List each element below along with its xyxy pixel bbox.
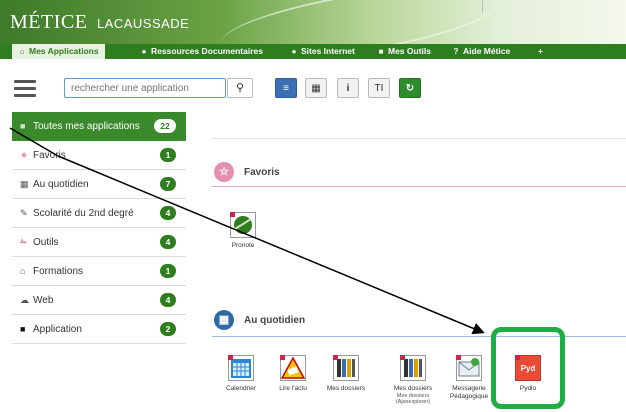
app-label: Lire l'actu xyxy=(279,385,307,392)
refresh-button[interactable]: ↻ xyxy=(399,78,421,98)
cloud-icon: ☁ xyxy=(20,295,29,305)
calendar-icon: ▦ xyxy=(20,179,29,189)
tab-aide-metice[interactable]: ? Aide Métice xyxy=(452,44,511,59)
star-icon: ★ xyxy=(20,150,29,160)
search-input[interactable] xyxy=(64,78,226,98)
sidebar-item-formations[interactable]: ⌂ Formations 1 xyxy=(12,257,186,286)
wrench-icon: ✁ xyxy=(20,237,28,247)
app-label: Mes dossiers xyxy=(326,385,366,392)
edit-icon: ✎ xyxy=(20,208,28,218)
question-icon: ? xyxy=(453,47,459,56)
app-sublabel: (Ajaxexplorer) xyxy=(395,399,431,405)
calendar-icon: ▦ xyxy=(214,310,234,330)
sidebar-item-label: Au quotidien xyxy=(33,179,89,190)
logo-sub: LACAUSSADE xyxy=(96,16,190,31)
sidebar-item-application[interactable]: ■ Application 2 xyxy=(12,315,186,344)
folder-icon: ■ xyxy=(378,47,384,56)
calendar-icon xyxy=(228,355,254,381)
sidebar-item-label: Formations xyxy=(33,266,84,277)
globe-icon: ● xyxy=(141,47,147,56)
sidebar-item-web[interactable]: ☁ Web 4 xyxy=(12,286,186,315)
info-icon: i xyxy=(346,83,350,94)
pronote-icon xyxy=(230,212,256,238)
header-banner: MÉTICE LACAUSSADE xyxy=(0,0,626,44)
app-label: Calendrier xyxy=(226,385,256,392)
count-badge: 1 xyxy=(160,148,176,162)
divider xyxy=(212,138,626,139)
sidebar-item-favoris[interactable]: ★ Favoris 1 xyxy=(12,141,186,170)
folders-icon xyxy=(333,355,359,381)
highlight-frame xyxy=(491,327,565,409)
tab-add[interactable]: + xyxy=(538,44,543,59)
tab-label: Ressources Documentaires xyxy=(151,46,263,56)
sidebar-item-scolarite[interactable]: ✎ Scolarité du 2nd degré 4 xyxy=(12,199,186,228)
count-badge: 2 xyxy=(160,322,176,336)
home-icon: ⌂ xyxy=(19,47,25,56)
sidebar-item-quotidien[interactable]: ▦ Au quotidien 7 xyxy=(12,170,186,199)
tab-mes-applications[interactable]: ⌂ Mes Applications xyxy=(12,44,105,59)
tab-ressources-documentaires[interactable]: ● Ressources Documentaires xyxy=(140,44,263,59)
text-size-button[interactable]: TI xyxy=(368,78,390,98)
search-button[interactable]: ⚲ xyxy=(227,78,253,98)
sidebar-item-label: Scolarité du 2nd degré xyxy=(33,208,134,219)
tab-sites-internet[interactable]: ● Sites Internet xyxy=(290,44,355,59)
globe-icon: ● xyxy=(291,47,297,56)
divider xyxy=(482,0,483,12)
grid-icon: ▦ xyxy=(311,83,321,94)
menu-toggle-icon[interactable] xyxy=(14,80,36,98)
sidebar-item-label: Favoris xyxy=(33,150,66,161)
section-title: Favoris xyxy=(244,167,280,178)
count-badge: 1 xyxy=(160,264,176,278)
app-label: Messagerie xyxy=(452,385,486,392)
info-button[interactable]: i xyxy=(337,78,359,98)
sidebar: ■ Toutes mes applications 22 ★ Favoris 1 ▦… xyxy=(12,112,186,412)
logo[interactable]: MÉTICE LACAUSSADE xyxy=(10,11,189,34)
sidebar-item-label: Application xyxy=(33,324,82,335)
list-view-button[interactable]: ≡ xyxy=(275,78,297,98)
app-tile-lire-actu[interactable]: Lire l'actu xyxy=(270,355,316,393)
app-tile-pronote[interactable]: Pronote xyxy=(220,212,266,250)
tab-mes-outils[interactable]: ■ Mes Outils xyxy=(377,44,431,59)
graduation-icon: ⌂ xyxy=(20,266,26,276)
app-sublabel: Pédagogique xyxy=(449,392,489,400)
sidebar-item-toutes[interactable]: ■ Toutes mes applications 22 xyxy=(12,112,186,141)
app-window: MÉTICE LACAUSSADE ⌂ Mes Applications ● Res… xyxy=(0,0,626,412)
mail-icon xyxy=(456,355,482,381)
tab-label: Sites Internet xyxy=(301,46,355,56)
sidebar-item-outils[interactable]: ✁ Outils 4 xyxy=(12,228,186,257)
app-tile-mes-dossiers-ajax[interactable]: Mes dossiers Mes dossiers (Ajaxexplorer) xyxy=(390,355,436,406)
sidebar-item-label: Toutes mes applications xyxy=(33,121,140,132)
logo-main: MÉTICE xyxy=(10,11,88,33)
tab-label: Mes Applications xyxy=(29,46,99,56)
square-icon: ■ xyxy=(20,324,26,334)
count-badge: 4 xyxy=(160,206,176,220)
list-icon: ≡ xyxy=(283,83,289,94)
app-tile-calendrier[interactable]: Calendrier xyxy=(218,355,264,393)
sidebar-item-label: Outils xyxy=(33,237,59,248)
text-size-icon: TI xyxy=(374,83,384,94)
plus-label: + xyxy=(538,46,543,56)
search-icon: ⚲ xyxy=(235,82,245,94)
count-badge: 22 xyxy=(154,119,176,133)
main-nav: ⌂ Mes Applications ● Ressources Documentai… xyxy=(0,44,626,59)
section-title: Au quotidien xyxy=(244,315,306,326)
folders-icon xyxy=(400,355,426,381)
app-label: Pronote xyxy=(231,242,255,249)
tab-label: Aide Métice xyxy=(463,46,511,56)
app-tile-mes-dossiers[interactable]: Mes dossiers xyxy=(323,355,369,393)
app-tile-messagerie[interactable]: Messagerie Pédagogique xyxy=(446,355,492,400)
count-badge: 7 xyxy=(160,177,176,191)
grid-view-button[interactable]: ▦ xyxy=(305,78,327,98)
tab-label: Mes Outils xyxy=(388,46,431,56)
news-icon xyxy=(280,355,306,381)
count-badge: 4 xyxy=(160,293,176,307)
star-icon: ☆ xyxy=(214,162,234,182)
refresh-icon: ↻ xyxy=(405,83,415,94)
divider xyxy=(212,186,626,187)
sidebar-item-label: Web xyxy=(33,295,54,306)
square-icon: ■ xyxy=(20,121,26,131)
count-badge: 4 xyxy=(160,235,176,249)
app-label: Mes dossiers xyxy=(393,385,433,392)
